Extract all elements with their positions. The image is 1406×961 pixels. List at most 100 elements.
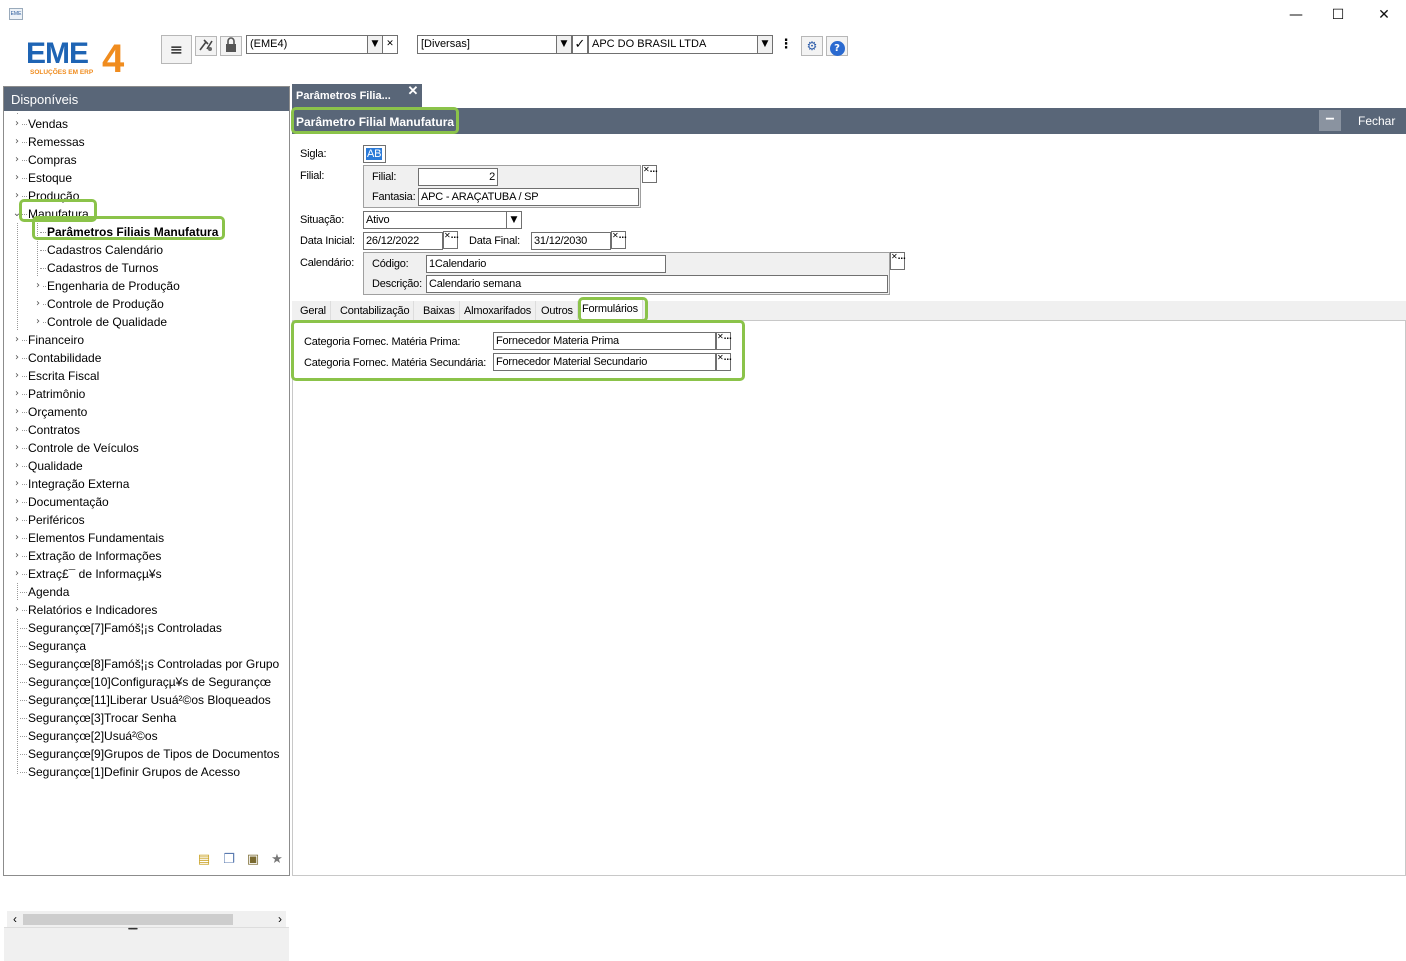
expander-icon[interactable]: › [12,115,22,133]
expander-icon[interactable]: › [12,565,22,583]
more-options-icon[interactable]: ⋮ [779,36,793,54]
close-window-button[interactable]: ✕ [1361,0,1406,30]
filial-lookup-icon[interactable]: ✕… [642,165,658,183]
tree-item[interactable]: Orçamento [28,403,87,421]
situacao-dropdown-icon[interactable]: ▼ [506,211,522,229]
copy-icon[interactable]: ❐ [221,852,237,868]
tree-item[interactable]: Cadastros de Turnos [47,259,158,277]
tree-item[interactable]: Segurançœ[3]Trocar Senha [28,709,176,727]
expander-icon[interactable]: › [12,331,22,349]
tree-item[interactable]: Elementos Fundamentais [28,529,164,547]
tree-item[interactable]: Segurançœ[11]Liberar Usuá²©os Bloqueados [28,691,271,709]
cat-prima-lookup-icon[interactable]: ✕… [716,332,732,350]
lock-icon[interactable] [220,36,242,56]
data-inicial-calendar-icon[interactable]: ✕… [443,231,459,249]
tools-icon[interactable] [195,36,217,56]
tree-item[interactable]: Periféricos [28,511,85,529]
expander-icon[interactable]: › [12,349,22,367]
expander-icon[interactable]: › [33,295,43,313]
cat-prima-field[interactable]: Fornecedor Materia Prima [493,332,716,350]
tab-baixas[interactable]: Baixas [419,301,460,321]
tree-item[interactable]: Agenda [28,583,69,601]
tree-item[interactable]: Segurançœ[7]Famóš¦¡s Controladas [28,619,222,637]
tree-item[interactable]: Segurançœ[10]Configuraçµ¥s de Segurançœ [28,673,271,691]
expander-icon[interactable]: › [33,313,43,331]
expander-icon[interactable]: › [12,529,22,547]
group-dropdown-icon[interactable]: ▼ [556,35,572,54]
tree-item[interactable]: Segurançœ[8]Famóš¦¡s Controladas por Gru… [28,655,279,673]
fantasia-field[interactable]: APC - ARAÇATUBA / SP [418,188,639,206]
collapse-icon[interactable]: − [1319,110,1341,131]
filial-field[interactable]: 2 [418,168,498,186]
expander-icon[interactable]: › [12,151,22,169]
expander-icon[interactable]: › [12,439,22,457]
data-final-calendar-icon[interactable]: ✕… [611,231,627,249]
calendario-lookup-icon[interactable]: ✕… [890,252,906,270]
expander-icon[interactable]: › [12,385,22,403]
lock-folder-icon[interactable]: ▣ [245,852,261,868]
close-form-button[interactable]: Fechar [1358,108,1395,134]
expander-icon[interactable]: › [12,547,22,565]
tree-item[interactable]: Controle de Produção [47,295,164,313]
branch-dropdown-icon[interactable]: ▼ [757,35,773,54]
cat-sec-lookup-icon[interactable]: ✕… [716,353,732,371]
tree-item[interactable]: Estoque [28,169,72,187]
favorite-star-icon[interactable]: ★ [269,852,285,868]
expander-icon[interactable]: › [12,457,22,475]
folder-open-icon[interactable]: ▤ [196,852,212,868]
check-icon[interactable]: ✓ [572,35,588,54]
horizontal-scrollbar[interactable]: ‹ › [7,911,286,928]
tree-item[interactable]: Relatórios e Indicadores [28,601,157,619]
data-inicial-field[interactable]: 26/12/2022 [363,232,443,250]
data-final-field[interactable]: 31/12/2030 [531,232,611,250]
expander-icon[interactable]: › [12,421,22,439]
expander-icon[interactable]: › [33,277,43,295]
settings-icon[interactable]: ⚙ [801,36,823,56]
tree-item[interactable]: Segurançœ[2]Usuá²©os [28,727,158,745]
expander-icon[interactable]: › [12,475,22,493]
maximize-button[interactable]: ☐ [1315,0,1361,30]
tree-item[interactable]: Escrita Fiscal [28,367,99,385]
menu-icon[interactable]: ≡ [161,35,192,64]
tree-item[interactable]: Financeiro [28,331,84,349]
tree-item[interactable]: Controle de Qualidade [47,313,167,331]
tree-item[interactable]: Remessas [28,133,85,151]
tree-item[interactable]: Documentação [28,493,109,511]
company-dropdown-icon[interactable]: ▼ [367,35,383,54]
tab-contabilizacao[interactable]: Contabilização [336,301,415,321]
tab-outros[interactable]: Outros [537,301,578,321]
branch-combo[interactable]: APC DO BRASIL LTDA [588,35,758,54]
company-clear-icon[interactable]: ✕ [382,35,398,54]
codigo-field[interactable]: 1Calendario [426,255,666,273]
group-combo[interactable]: [Diversas] [417,35,557,54]
tree-item[interactable]: Extraç£¯ de Informaçµ¥s [28,565,162,583]
tab-close-icon[interactable]: ✕ [406,84,420,98]
expander-icon[interactable]: › [12,601,22,619]
tree-item[interactable]: Segurança [28,637,86,655]
splitter-grip[interactable]: •••••••• [128,927,138,933]
tree-item[interactable]: Qualidade [28,457,83,475]
minimize-button[interactable]: — [1273,0,1319,30]
expander-icon[interactable]: › [12,403,22,421]
expander-icon[interactable]: › [12,493,22,511]
expander-icon[interactable]: › [12,511,22,529]
cat-sec-field[interactable]: Fornecedor Material Secundario [493,353,716,371]
tree-item[interactable]: Contabilidade [28,349,101,367]
tree-item[interactable]: Compras [28,151,77,169]
tree-item[interactable]: Vendas [28,115,68,133]
tab-almoxarifados[interactable]: Almoxarifados [460,301,537,321]
company-combo[interactable]: (EME4) [246,35,368,54]
expander-icon[interactable]: › [12,367,22,385]
situacao-select[interactable]: Ativo [363,211,507,229]
tree-item[interactable]: Segurançœ[1]Definir Grupos de Acesso [28,763,240,781]
tree-item[interactable]: Integração Externa [28,475,129,493]
sigla-field[interactable]: AB [363,145,386,163]
document-tab[interactable]: Parâmetros Filia... [292,84,422,108]
tree-item[interactable]: Extração de Informações [28,547,161,565]
tree-item[interactable]: Segurançœ[9]Grupos de Tipos de Documento… [28,745,279,763]
tree-item[interactable]: Patrimônio [28,385,85,403]
expander-icon[interactable]: › [12,133,22,151]
tree-item[interactable]: Engenharia de Produção [47,277,180,295]
scroll-thumb[interactable] [23,914,233,925]
tree-item[interactable]: Cadastros Calendário [47,241,163,259]
